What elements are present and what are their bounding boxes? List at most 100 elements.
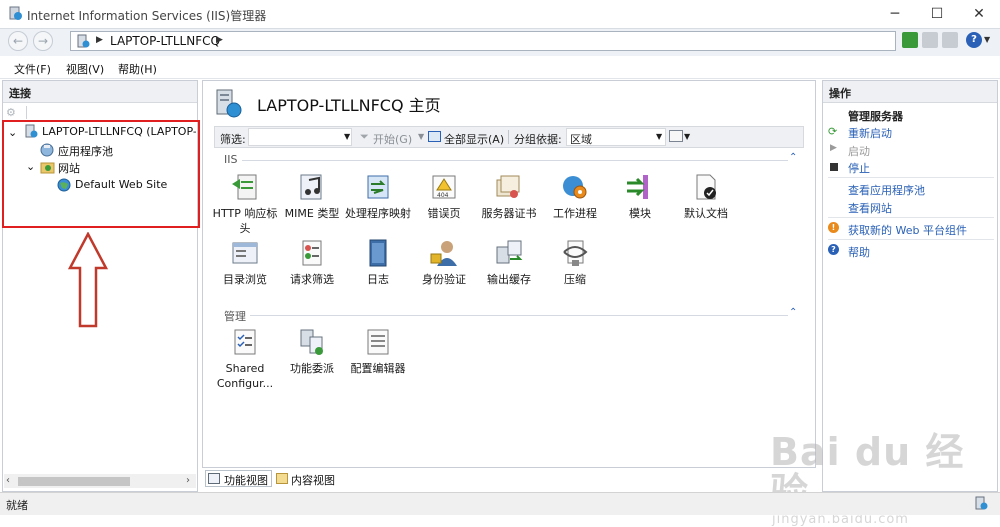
minimize-button[interactable]: ─ [878,4,912,24]
feature-label: 处理程序映射 [345,207,411,220]
feature-shared-configuration[interactable]: Shared Configur... [212,327,278,391]
menu-help[interactable]: 帮助(H) [118,61,157,77]
feature-server-certificates[interactable]: 服务器证书 [476,172,542,221]
menu-view[interactable]: 视图(V) [66,61,104,77]
feature-label: 模块 [629,207,651,220]
server-icon [77,34,90,48]
stop-icon[interactable] [922,32,938,48]
info-icon: ! [828,222,839,233]
compression-icon [563,240,588,266]
feature-config-editor[interactable]: 配置编辑器 [345,327,411,376]
status-text: 就绪 [6,499,28,512]
filter-label: 筛选: [220,133,246,146]
error-pages-icon: 404 [432,175,456,199]
worker-processes-icon [563,176,587,199]
feature-label: 错误页 [427,207,461,220]
feature-label: 默认文档 [684,207,728,220]
directory-browsing-icon [232,242,258,264]
chevron-down-icon[interactable]: ▼ [984,35,990,44]
feature-error-pages[interactable]: 404 错误页 [411,172,477,221]
start-filter-button[interactable]: 开始(G) [373,131,412,147]
feature-default-document[interactable]: 默认文档 [673,172,739,221]
breadcrumb-chevron-icon[interactable]: ▶ [216,35,223,45]
shared-config-icon [234,329,256,355]
collapse-iis-icon[interactable]: ⌃ [789,152,797,163]
help-icon[interactable]: ? [966,32,982,48]
feature-label: MIME 类型 [284,207,340,220]
feature-logging[interactable]: 日志 [345,238,411,287]
actions-divider [828,177,994,178]
maximize-button[interactable]: ☐ [920,4,954,24]
toolbar-divider [26,106,27,119]
action-view-app-pools[interactable]: 查看应用程序池 [848,182,925,198]
feature-label: 目录浏览 [223,273,267,286]
request-filtering-icon [302,240,322,266]
connections-header: 连接 [3,81,197,103]
action-restart[interactable]: 重新启动 [848,125,892,141]
server-status-icon [975,496,988,510]
section-divider [250,315,788,316]
feature-authentication[interactable]: 身份验证 [411,238,477,287]
iis-app-icon [9,6,22,20]
back-button[interactable]: ← [8,31,28,51]
action-stop[interactable]: 停止 [848,160,870,176]
action-get-web-platform[interactable]: 获取新的 Web 平台组件 [848,222,967,238]
feature-label: 压缩 [564,273,586,286]
content-view-icon [276,473,288,484]
feature-output-caching[interactable]: 输出缓存 [476,238,542,287]
feature-modules[interactable]: 模块 [607,172,673,221]
actions-divider [828,217,994,218]
chevron-down-icon[interactable]: ▼ [684,132,690,141]
feature-compression[interactable]: 压缩 [542,238,608,287]
status-bar [0,492,1000,515]
section-divider [242,160,788,161]
breadcrumb-server[interactable]: LAPTOP-LTLLNFCQ [110,34,220,48]
chevron-down-icon[interactable]: ▼ [418,132,424,141]
action-start[interactable]: 启动 [848,143,870,159]
feature-directory-browsing[interactable]: 目录浏览 [212,238,278,287]
page-title: LAPTOP-LTLLNFCQ 主页 [257,96,441,115]
chevron-down-icon[interactable]: ▼ [656,132,662,141]
show-all-button[interactable]: 全部显示(A) [444,131,504,147]
group-by-value: 区域 [570,133,592,146]
start-icon: ▶ [830,143,837,153]
tab-label: 内容视图 [291,474,335,487]
breadcrumb-chevron-icon: ▶ [96,35,103,45]
feature-label: 工作进程 [553,207,597,220]
feature-label: HTTP 响应标头 [212,207,278,235]
feature-handler-mappings[interactable]: 处理程序映射 [345,172,411,221]
feature-label: 请求筛选 [290,273,334,286]
feature-mime-types[interactable]: MIME 类型 [279,172,345,221]
feature-label: Shared Configur... [216,362,274,390]
feature-label: 日志 [367,273,389,286]
action-view-sites[interactable]: 查看网站 [848,200,892,216]
forward-button[interactable]: → [33,31,53,51]
authentication-icon [430,241,457,266]
manage-server-heading: 管理服务器 [848,110,903,123]
refresh-icon[interactable] [902,32,918,48]
menu-file[interactable]: 文件(F) [14,61,51,77]
scroll-right-icon[interactable]: › [186,475,190,486]
action-help[interactable]: 帮助 [848,244,870,260]
view-mode-icon[interactable] [669,130,683,142]
feature-http-headers[interactable]: HTTP 响应标头 [212,172,278,236]
svg-text:404: 404 [437,192,449,199]
server-large-icon [216,89,242,118]
feature-worker-processes[interactable]: 工作进程 [542,172,608,221]
close-button[interactable]: ✕ [962,4,996,24]
feature-request-filtering[interactable]: 请求筛选 [279,238,345,287]
show-all-icon [428,131,441,142]
filter-input[interactable] [248,128,352,146]
feature-delegation[interactable]: 功能委派 [279,327,345,376]
mime-types-icon [300,174,322,200]
home-icon[interactable] [942,32,958,48]
scrollbar-thumb[interactable] [18,477,130,486]
logging-icon [369,239,387,267]
window-title: Internet Information Services (IIS)管理器 [27,9,267,23]
actions-header: 操作 [823,81,997,103]
connect-icon[interactable]: ⚙ [6,106,22,120]
chevron-down-icon[interactable]: ▼ [344,132,350,141]
collapse-management-icon[interactable]: ⌃ [789,307,797,318]
tab-label: 功能视图 [224,474,268,487]
scroll-left-icon[interactable]: ‹ [6,475,10,486]
